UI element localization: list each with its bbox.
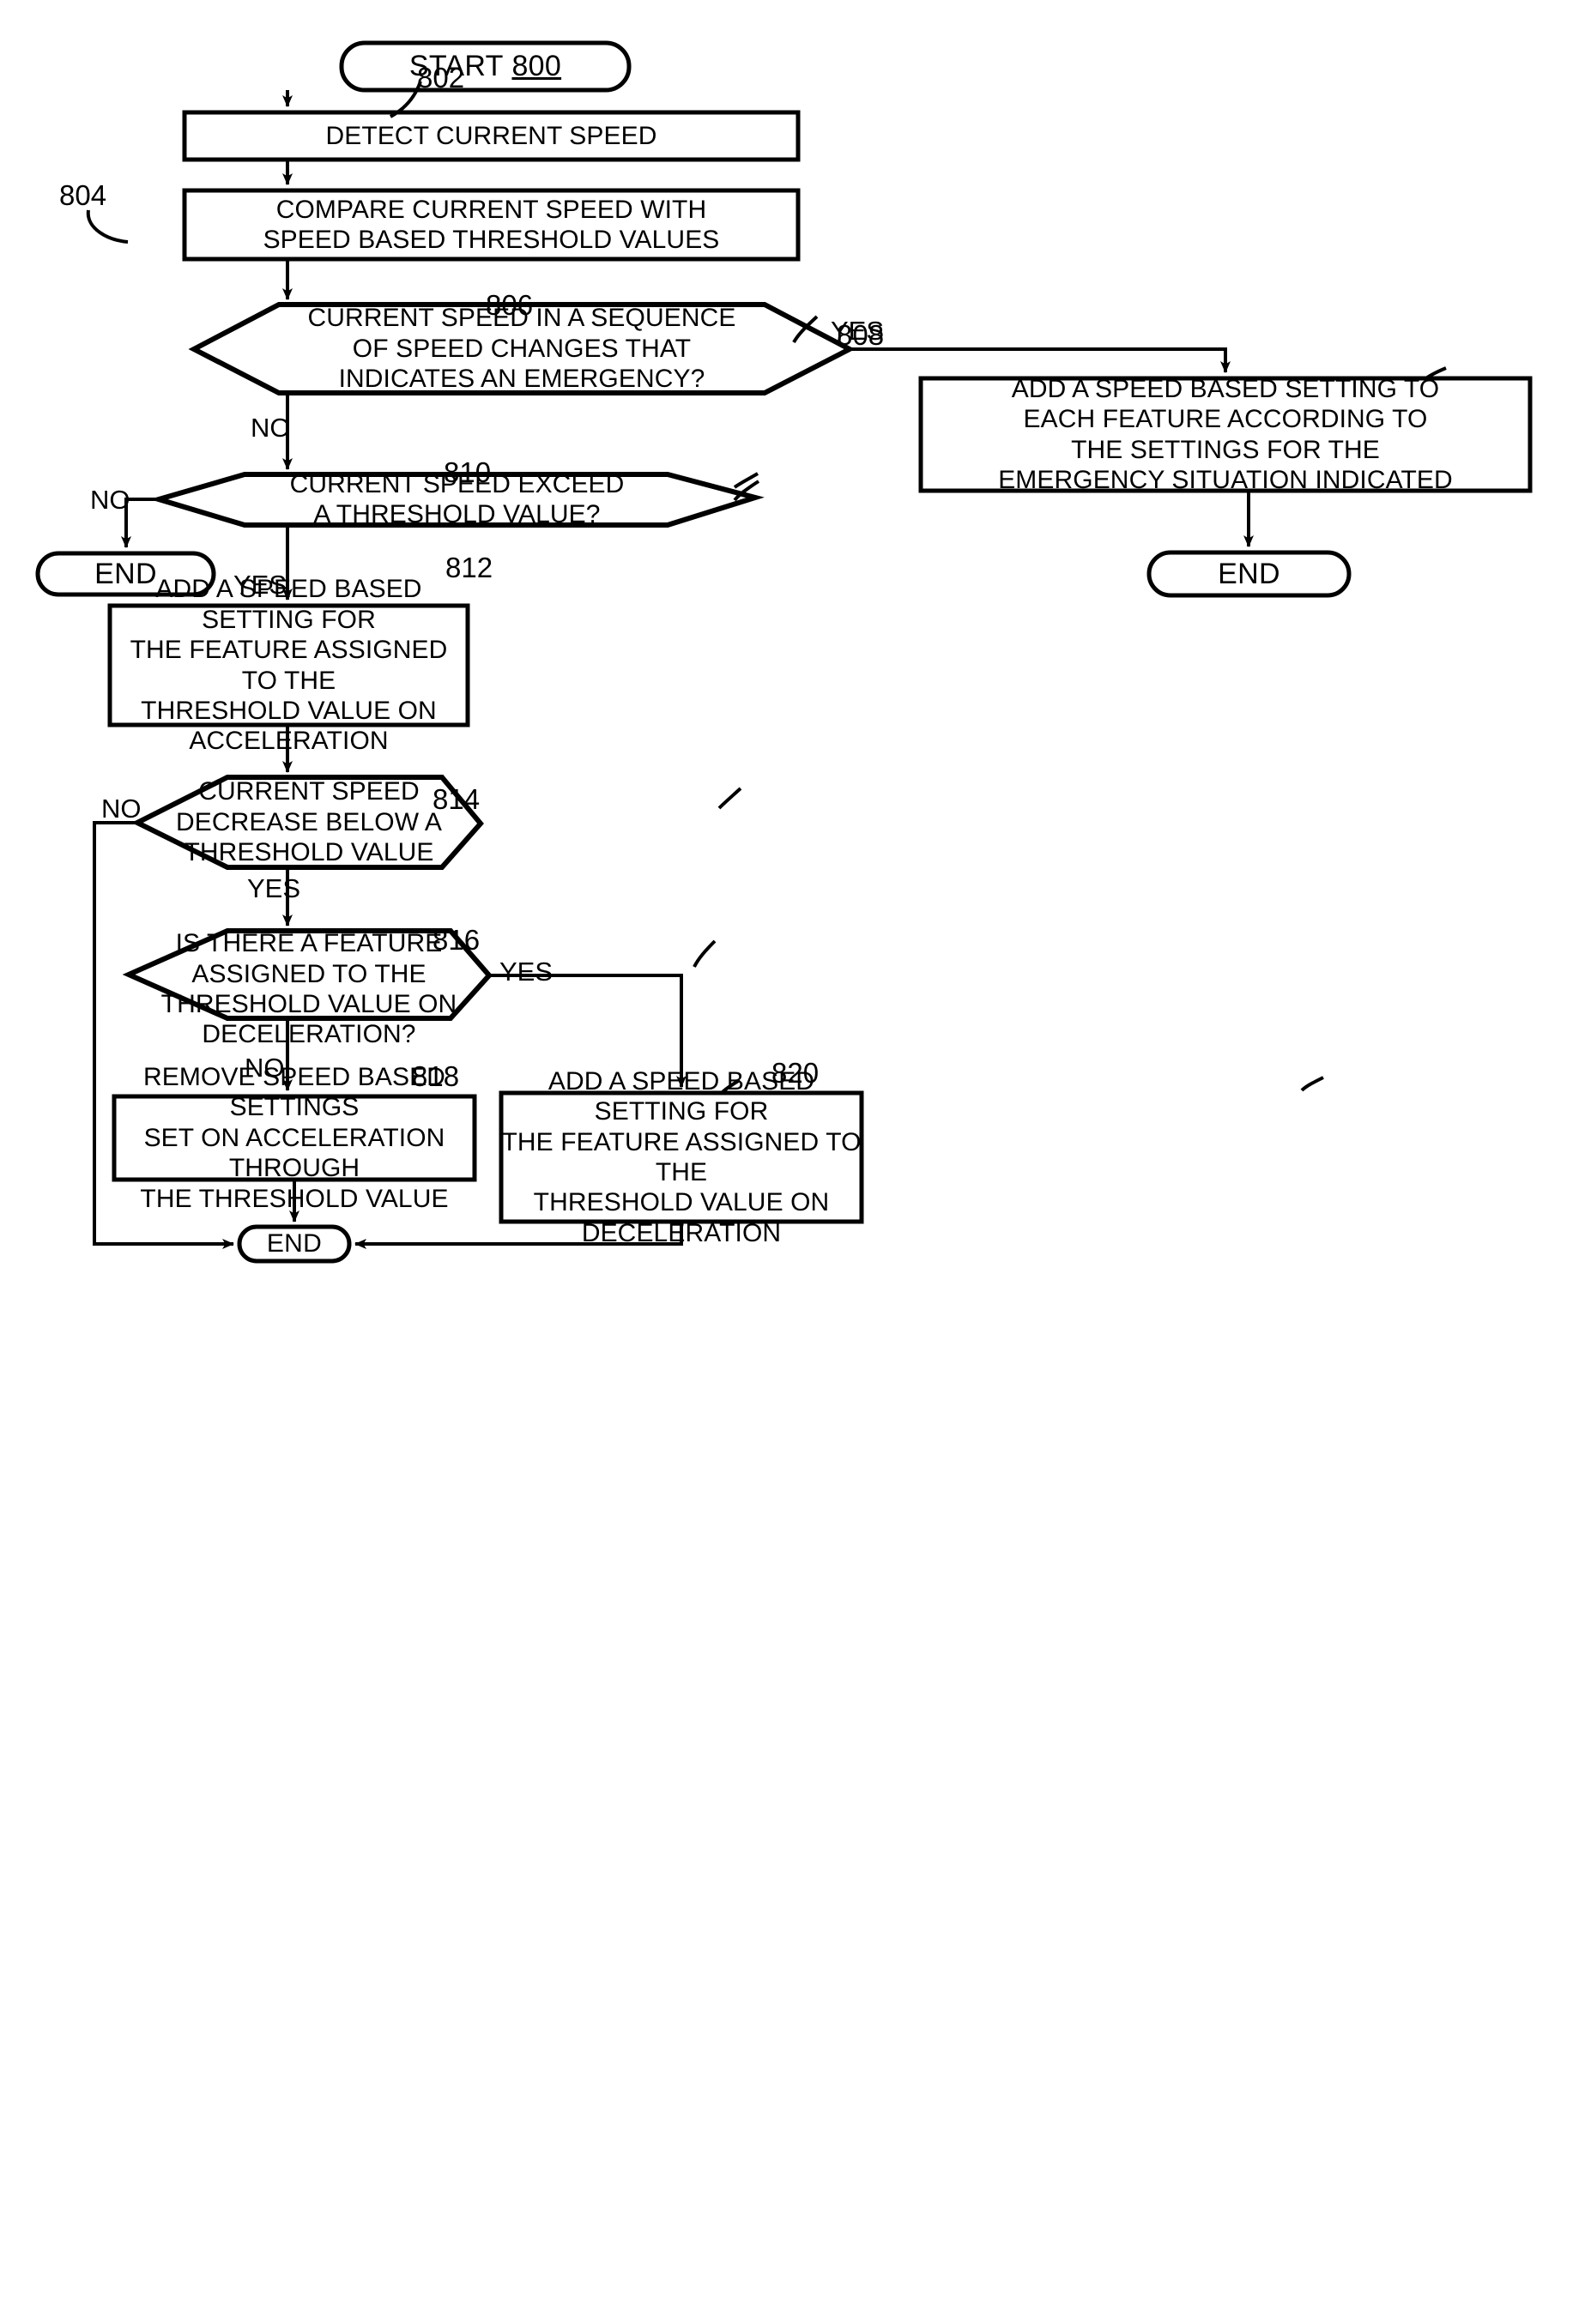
remove-process-shape bbox=[112, 1094, 477, 1182]
flowchart-graphics bbox=[35, 40, 1533, 1264]
ref-numeral-810: 810 bbox=[444, 456, 492, 488]
edge-label-emergency-no: NO bbox=[251, 413, 291, 443]
ref-numeral-806: 806 bbox=[486, 289, 534, 321]
edge-exceed-no-to-end-left bbox=[121, 498, 159, 548]
ref-numeral-802: 802 bbox=[417, 62, 465, 94]
edge-label-feature-no: NO bbox=[245, 1053, 285, 1083]
leader-804 bbox=[86, 209, 129, 244]
add-accel-process-shape bbox=[107, 603, 470, 727]
ref-numeral-818: 818 bbox=[412, 1060, 460, 1092]
end-left-terminator-shape bbox=[35, 551, 216, 597]
add-emergency-process-shape bbox=[918, 376, 1533, 493]
end-bottom-terminator-shape bbox=[237, 1224, 352, 1264]
edge-label-decrease-no: NO bbox=[101, 794, 142, 824]
decrease-decision-shape bbox=[131, 775, 484, 870]
edge-label-exceed-yes: YES bbox=[233, 570, 287, 600]
ref-numeral-816: 816 bbox=[433, 924, 481, 956]
flowchart-canvas: START 800 DETECT CURRENT SPEED COMPARE C… bbox=[0, 0, 1591, 2324]
end-right-terminator-shape bbox=[1146, 550, 1352, 598]
ref-numeral-804: 804 bbox=[59, 179, 107, 211]
ref-numeral-814: 814 bbox=[433, 783, 481, 815]
edge-label-decrease-yes: YES bbox=[247, 873, 301, 903]
edge-816-yes-to-820 bbox=[489, 974, 687, 1088]
add-decel-process-shape bbox=[499, 1090, 864, 1224]
ref-numeral-812: 812 bbox=[445, 552, 493, 583]
edge-820-to-end-bottom bbox=[354, 1222, 683, 1249]
detect-process-shape bbox=[182, 110, 801, 162]
leader-816 bbox=[693, 939, 717, 968]
compare-process-shape bbox=[182, 188, 801, 262]
edge-emergency-yes-to-808 bbox=[850, 347, 1231, 373]
edge-label-feature-yes: YES bbox=[499, 957, 554, 987]
edge-label-exceed-no: NO bbox=[90, 485, 130, 515]
leader-820 bbox=[1300, 1076, 1324, 1092]
ref-numeral-808: 808 bbox=[837, 319, 885, 351]
start-terminator-shape bbox=[339, 40, 632, 93]
leader-814 bbox=[717, 787, 742, 810]
ref-numeral-820: 820 bbox=[771, 1057, 820, 1089]
leader-818 bbox=[721, 1078, 741, 1094]
